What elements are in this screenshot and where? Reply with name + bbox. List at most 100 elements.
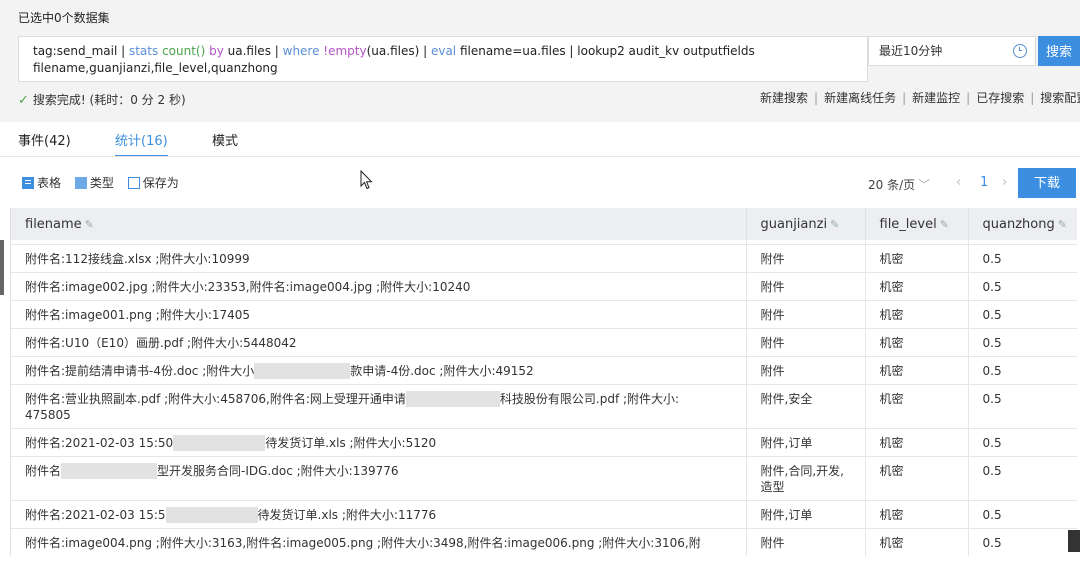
page-size-value: 20 条/页	[868, 178, 916, 192]
cell-file-level: 机密	[865, 500, 969, 529]
cell-quanzhong: 0.5	[968, 384, 1077, 429]
link-separator: |	[966, 91, 971, 105]
time-range-picker[interactable]: 最近10分钟	[868, 36, 1036, 66]
table-view-label: 表格	[37, 176, 62, 190]
column-header-filename[interactable]: filename ✎	[11, 208, 747, 240]
redaction-block	[61, 463, 158, 479]
query-input[interactable]: tag:send_mail | stats count() by ua.file…	[18, 36, 868, 82]
left-scrollbar[interactable]	[0, 240, 4, 295]
cell-filename: 附件名:2021-02-03 15:50 待发货订单.xls ;附件大小:5120	[11, 428, 747, 457]
column-header-guanjianzi[interactable]: guanjianzi ✎	[746, 208, 866, 240]
tab-events[interactable]: 事件(42)	[18, 130, 71, 149]
cell-guanjianzi: 附件,订单	[746, 428, 866, 457]
search-status: ✓ 搜索完成! (耗时：0 分 2 秒)	[18, 91, 186, 108]
cell-file-level: 机密	[865, 244, 969, 273]
current-page[interactable]: 1	[980, 175, 988, 190]
save-as-button[interactable]: 保存为	[127, 174, 179, 191]
tab-mode[interactable]: 模式	[212, 130, 238, 149]
cell-file-level: 机密	[865, 328, 969, 357]
cell-quanzhong: 0.5	[968, 428, 1077, 457]
table-row[interactable]: 附件名:提前结清申请书-4份.doc ;附件大小 款申请-4份.doc ;附件大小…	[11, 356, 1077, 385]
prev-page-button[interactable]: ‹	[956, 175, 961, 190]
table-row[interactable]: 附件名:营业执照副本.pdf ;附件大小:458706,附件名:网上受理开通申请…	[11, 384, 1077, 429]
query-token: stats	[128, 44, 163, 58]
chart-type-label: 类型	[89, 176, 114, 190]
download-button[interactable]: 下载	[1018, 168, 1076, 198]
pencil-icon[interactable]: ✎	[830, 218, 839, 231]
cell-quanzhong: 0.5	[968, 356, 1077, 385]
bar-chart-icon	[74, 176, 87, 189]
status-done: 搜索完成!	[32, 93, 86, 107]
cell-guanjianzi: 附件	[746, 528, 866, 556]
search-config-link[interactable]: 搜索配置	[1040, 91, 1080, 105]
saved-searches-link[interactable]: 已存搜索	[976, 91, 1024, 105]
redaction-block	[405, 391, 500, 407]
query-token: count()	[162, 44, 206, 58]
new-offline-task-link[interactable]: 新建离线任务	[824, 91, 896, 105]
save-as-label: 保存为	[142, 176, 179, 190]
search-button[interactable]: 搜索	[1038, 36, 1080, 66]
query-token: by	[205, 44, 228, 58]
table-row[interactable]: 附件名:image001.png ;附件大小:17405 附件 机密 0.5	[11, 300, 1077, 329]
cell-quanzhong: 0.5	[968, 300, 1077, 329]
table-row[interactable]: 附件名:2021-02-03 15:5 待发货订单.xls ;附件大小:11776…	[11, 500, 1077, 529]
cell-filename: 附件名:image004.png ;附件大小:3163,附件名:image005…	[11, 528, 747, 556]
cell-text: 附件名:提前结清申请书-4份.doc ;附件大小	[25, 364, 255, 378]
cell-guanjianzi: 附件,订单	[746, 500, 866, 529]
cell-filename: 附件名:image001.png ;附件大小:17405	[11, 300, 747, 329]
corner-widget-icon[interactable]	[1068, 530, 1080, 552]
pencil-icon[interactable]: ✎	[1058, 218, 1067, 231]
new-monitor-link[interactable]: 新建监控	[912, 91, 960, 105]
tab-stats[interactable]: 统计(16)	[115, 130, 168, 157]
tab-divider	[0, 156, 1080, 157]
cell-quanzhong: 0.5	[968, 272, 1077, 301]
cell-guanjianzi: 附件,安全	[746, 384, 866, 429]
selected-datasets-label: 已选中0个数据集	[18, 11, 110, 25]
cell-text: 附件名	[25, 464, 62, 478]
cell-filename: 附件名:image002.jpg ;附件大小:23353,附件名:image00…	[11, 272, 747, 301]
next-page-button[interactable]: ›	[1002, 175, 1007, 190]
link-separator: |	[1030, 91, 1035, 105]
column-header-quanzhong[interactable]: quanzhong ✎	[968, 208, 1077, 240]
link-separator: |	[814, 91, 819, 105]
cell-guanjianzi: 附件	[746, 244, 866, 273]
cell-quanzhong: 0.5	[968, 528, 1077, 556]
cell-quanzhong: 0.5	[968, 244, 1077, 273]
cell-guanjianzi: 附件	[746, 300, 866, 329]
save-icon	[127, 176, 140, 189]
cell-file-level: 机密	[865, 384, 969, 429]
column-header-label: guanjianzi	[760, 216, 828, 232]
cell-text: 型开发服务合同-IDG.doc ;附件大小:139776	[157, 464, 399, 478]
query-token: tag:send_mail |	[33, 44, 129, 58]
cell-text: 附件名:2021-02-03 15:50	[25, 436, 174, 450]
cell-file-level: 机密	[865, 300, 969, 329]
mouse-cursor-icon	[360, 170, 373, 190]
cell-file-level: 机密	[865, 456, 969, 501]
clock-icon	[1013, 44, 1027, 58]
cell-text: 待发货订单.xls ;附件大小:11776	[257, 508, 437, 522]
table-row[interactable]: 附件名:image002.jpg ;附件大小:23353,附件名:image00…	[11, 272, 1077, 301]
action-links: 新建搜索 | 新建离线任务 | 新建监控 | 已存搜索 | 搜索配置	[760, 89, 1080, 106]
chart-type-button[interactable]: 类型	[74, 174, 114, 191]
cell-quanzhong: 0.5	[968, 500, 1077, 529]
redaction-block	[173, 435, 266, 451]
result-toolbar: 表格 类型 保存为	[22, 174, 189, 192]
page-size-select[interactable]: 20 条/页 ﹀	[868, 176, 930, 193]
table-row[interactable]: 附件名:2021-02-03 15:50 待发货订单.xls ;附件大小:5120…	[11, 428, 1077, 457]
table-row[interactable]: 附件名:image004.png ;附件大小:3163,附件名:image005…	[11, 528, 1077, 556]
table-row[interactable]: 附件名:112接线盒.xlsx ;附件大小:10999 附件 机密 0.5	[11, 244, 1077, 273]
cell-filename: 附件名:2021-02-03 15:5 待发货订单.xls ;附件大小:11776	[11, 500, 747, 529]
new-search-link[interactable]: 新建搜索	[760, 91, 808, 105]
table-row[interactable]: 附件名 型开发服务合同-IDG.doc ;附件大小:139776 附件,合同,开发…	[11, 456, 1077, 501]
cell-text: 科技股份有限公司.pdf ;附件大小:	[499, 392, 680, 406]
column-header-label: file_level	[879, 216, 937, 232]
chevron-down-icon: ﹀	[918, 178, 931, 192]
column-header-file-level[interactable]: file_level ✎	[865, 208, 969, 240]
pencil-icon[interactable]: ✎	[940, 218, 949, 231]
pencil-icon[interactable]: ✎	[85, 218, 94, 231]
table-view-button[interactable]: 表格	[22, 174, 61, 191]
table-row[interactable]: 附件名:U10（E10）画册.pdf ;附件大小:5448042 附件 机密 0…	[11, 328, 1077, 357]
table-icon	[22, 176, 34, 189]
cell-text: 附件名:营业执照副本.pdf ;附件大小:458706,附件名:网上受理开通申请	[25, 392, 406, 406]
redaction-block	[165, 507, 258, 523]
